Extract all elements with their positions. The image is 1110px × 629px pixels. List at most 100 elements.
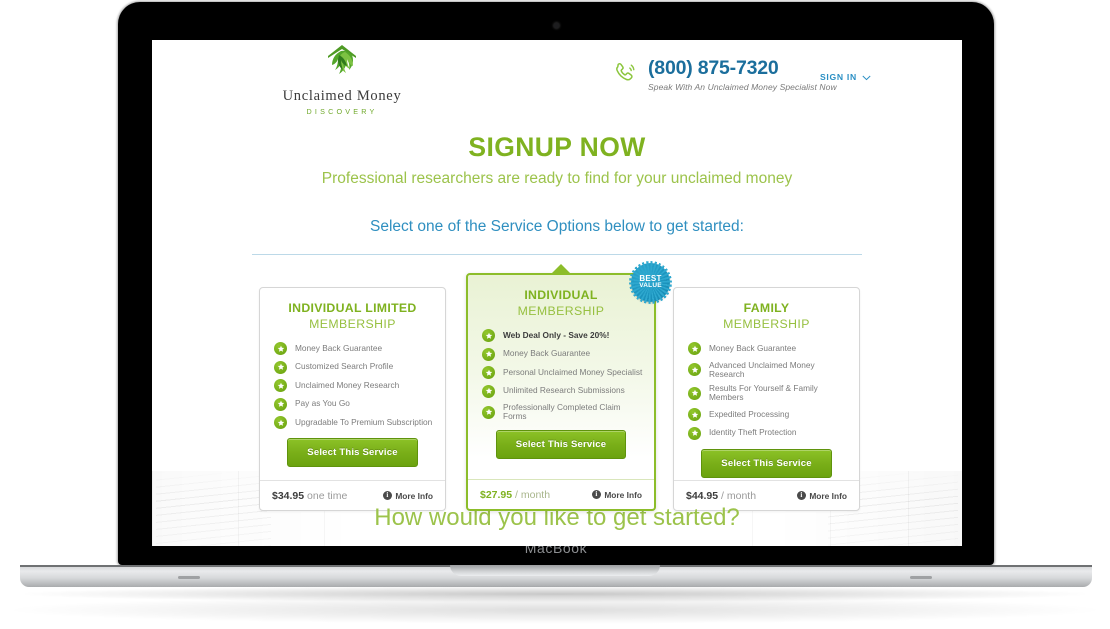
phone-block[interactable]: (800) 875-7320 Speak With An Unclaimed M… (612, 57, 837, 93)
list-item: Unlimited Research Submissions (482, 384, 644, 398)
star-bullet-icon (482, 347, 495, 361)
price-amount: $27.95 (480, 488, 513, 501)
list-item: Personal Unclaimed Money Specialist (482, 366, 644, 379)
card-title-main: INDIVIDUAL (524, 288, 598, 302)
page-title: SIGNUP NOW (468, 132, 646, 162)
site-logo[interactable]: Unclaimed Money DISCOVERY (247, 43, 437, 116)
list-item: Money Back Guarantee (274, 342, 435, 355)
badge-line-2: VALUE (639, 282, 662, 290)
site-header: Unclaimed Money DISCOVERY (800) 875-7320… (152, 40, 962, 116)
star-bullet-icon (482, 366, 495, 379)
list-item: Web Deal Only - Save 20%! (482, 329, 644, 342)
feature-list: Money Back Guarantee Customized Search P… (260, 342, 445, 429)
list-item: Results For Yourself & Family Members (688, 384, 849, 402)
feature-text: Unclaimed Money Research (295, 379, 400, 390)
pricing-card-individual-limited[interactable]: INDIVIDUAL LIMITED MEMBERSHIP Money Back… (259, 287, 446, 511)
star-bullet-icon (688, 426, 701, 440)
feature-text: Money Back Guarantee (709, 342, 797, 353)
phone-ring-icon (612, 60, 638, 91)
laptop-foot-left (178, 576, 200, 579)
more-info-label: More Info (809, 490, 847, 501)
list-item: Expedited Processing (688, 408, 849, 421)
select-service-button[interactable]: Select This Service (495, 430, 627, 460)
price-period: / month (515, 488, 551, 501)
feature-text: Pay as You Go (295, 398, 350, 409)
feature-text: Results For Yourself & Family Members (709, 383, 818, 403)
laptop-device: MacBook Unclaimed Money DISCOVERY (800) … (0, 0, 1110, 629)
card-title: INDIVIDUAL LIMITED MEMBERSHIP (260, 288, 445, 331)
card-title-sub: MEMBERSHIP (723, 316, 810, 331)
star-bullet-icon (274, 379, 287, 392)
list-item: Unclaimed Money Research (274, 379, 435, 392)
more-info-label: More Info (604, 489, 642, 500)
select-prompt: Select one of the Service Options below … (370, 218, 744, 235)
feature-text: Money Back Guarantee (295, 342, 383, 353)
more-info-label: More Info (395, 490, 433, 501)
info-icon: i (591, 490, 601, 499)
phone-tagline: Speak With An Unclaimed Money Specialist… (648, 82, 837, 93)
price-label: $27.95 / month (480, 489, 550, 501)
sign-in-menu[interactable]: SIGN IN (820, 68, 871, 86)
pricing-card-family[interactable]: FAMILY MEMBERSHIP Money Back Guarantee A… (673, 287, 860, 511)
price-label: $44.95 / month (686, 490, 756, 502)
laptop-hinge-notch (450, 565, 660, 576)
camera-dot-icon (553, 23, 559, 28)
star-bullet-icon (688, 363, 701, 377)
star-bullet-icon (688, 386, 701, 400)
logo-name: Unclaimed Money (282, 88, 402, 104)
price-period: / month (721, 489, 757, 502)
hero-section: SIGNUP NOW Professional researchers are … (152, 132, 962, 188)
star-bullet-icon (688, 342, 701, 355)
best-value-badge: BEST VALUE (629, 261, 672, 304)
select-service-button[interactable]: Select This Service (701, 448, 832, 478)
pricing-card-individual[interactable]: BEST VALUE INDIVIDUAL MEMBERSHIP Web Dea… (466, 261, 672, 511)
star-bullet-icon (274, 397, 287, 411)
star-bullet-icon (274, 342, 287, 355)
laptop-screen: Unclaimed Money DISCOVERY (800) 875-7320… (152, 40, 962, 546)
more-info-link[interactable]: i More Info (591, 489, 642, 500)
feature-text: Expedited Processing (709, 408, 790, 419)
feature-text: Unlimited Research Submissions (503, 385, 625, 396)
list-item: Advanced Unclaimed Money Research (688, 359, 849, 379)
phone-number[interactable]: (800) 875-7320 (648, 57, 837, 79)
more-info-link[interactable]: i More Info (796, 490, 847, 501)
featured-arrow-icon (550, 264, 572, 275)
card-title-main: INDIVIDUAL LIMITED (288, 301, 417, 315)
logo-subtitle: DISCOVERY (306, 107, 378, 116)
tree-leaf-logo-icon (247, 43, 437, 86)
feature-text: Identity Theft Protection (709, 427, 797, 438)
list-item: Pay as You Go (274, 397, 435, 411)
select-service-button[interactable]: Select This Service (287, 438, 418, 467)
star-bullet-icon (482, 329, 495, 342)
list-item: Identity Theft Protection (688, 426, 849, 440)
card-title-sub: MEMBERSHIP (309, 316, 396, 331)
feature-text: Money Back Guarantee (503, 348, 591, 359)
list-item: Customized Search Profile (274, 360, 435, 374)
star-bullet-icon (482, 384, 495, 398)
price-label: $34.95 one time (272, 490, 347, 502)
feature-text: Customized Search Profile (295, 361, 394, 372)
chevron-down-icon (862, 68, 871, 86)
star-bullet-icon (482, 405, 495, 419)
more-info-link[interactable]: i More Info (382, 490, 433, 501)
feature-text: Web Deal Only - Save 20%! (503, 329, 610, 340)
card-title-sub: MEMBERSHIP (517, 303, 605, 318)
cta-wrap: Select This Service (674, 448, 859, 478)
info-icon: i (382, 491, 392, 500)
laptop-foot-right (910, 576, 932, 579)
price-period: one time (307, 489, 348, 502)
card-title: FAMILY MEMBERSHIP (674, 288, 859, 331)
card-title-main: FAMILY (743, 301, 790, 315)
star-bullet-icon (688, 408, 701, 421)
list-item: Money Back Guarantee (482, 347, 644, 361)
star-bullet-icon (274, 360, 287, 374)
page-subtitle: Professional researchers are ready to fi… (321, 170, 793, 187)
feature-list: Money Back Guarantee Advanced Unclaimed … (674, 342, 859, 440)
cta-wrap: Select This Service (260, 438, 445, 467)
info-icon: i (796, 491, 806, 500)
pricing-cards: INDIVIDUAL LIMITED MEMBERSHIP Money Back… (152, 261, 962, 511)
price-amount: $44.95 (686, 489, 719, 502)
feature-text: Upgradable To Premium Subscription (295, 416, 433, 427)
card-title: INDIVIDUAL MEMBERSHIP (468, 275, 654, 318)
feature-text: Advanced Unclaimed Money Research (709, 359, 815, 379)
